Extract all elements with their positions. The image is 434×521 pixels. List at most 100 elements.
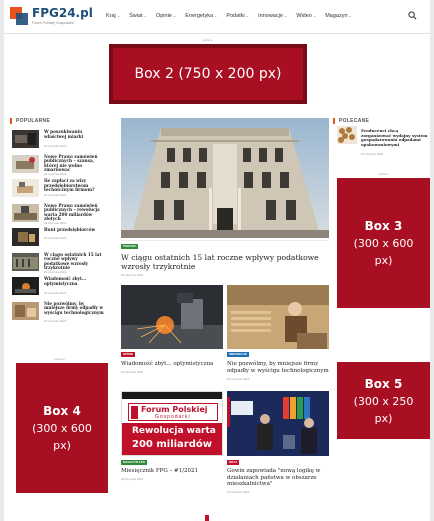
chevron-down-icon: ⌄ [172, 13, 177, 18]
card-title[interactable]: Miesięcznik FPG – #1/2021 [121, 468, 224, 475]
list-item-title[interactable]: Nie pozwólmy, by mniejsze firmy odpadły … [44, 301, 104, 316]
card-image[interactable] [227, 285, 329, 349]
page: FPG24.pl Forum Polskiej Gospodarki Kraj⌄… [4, 0, 430, 521]
nav-item-innowacje[interactable]: Innowacje⌄ [258, 13, 287, 19]
list-item-date: 22 stycznia 2021 [44, 236, 67, 240]
magazine-cover[interactable]: Forum Polskiej Gospodarki Rewolucja wart… [121, 391, 223, 456]
category-badge[interactable]: INNOWACJE [227, 352, 250, 357]
list-item-title[interactable]: Nowe Prawo zamówień publicznych – szansa… [44, 154, 104, 173]
cover-brand: Forum Polskiej [141, 405, 208, 414]
search-icon[interactable] [408, 11, 417, 20]
nav-item-wideo[interactable]: Wideo⌄ [296, 13, 316, 19]
logo-text: FPG24.pl [32, 6, 93, 20]
ad-label: reklama [378, 172, 389, 176]
card-title[interactable]: Gowin zapowiada "nową logikę w działania… [227, 468, 330, 488]
cover-headline-1: Rewolucja warta [132, 426, 216, 436]
scroll-indicator [205, 515, 209, 521]
list-item-date: 22 stycznia 2021 [44, 144, 67, 148]
ad-box-4-size: (300 x 600 px) [32, 422, 92, 452]
chevron-down-icon: ⌄ [116, 13, 121, 18]
ad-box-3-size: (300 x 600 px) [353, 237, 414, 267]
list-item-title[interactable]: Ile zapłaci za wizy przedsiębiorstwom te… [44, 178, 104, 193]
nav-item-swiat[interactable]: Świat⌄ [129, 13, 147, 19]
chevron-down-icon: ⌄ [348, 13, 352, 18]
hero-image[interactable] [121, 118, 329, 238]
category-badge[interactable]: MAGAZYN FPG [121, 460, 148, 465]
card-title[interactable]: Wiadomość zbyt... optymistyczna [121, 361, 224, 368]
list-item-date: 22 stycznia 2021 [44, 220, 67, 225]
cover-brand-sub: Gospodarki [155, 414, 191, 420]
article-thumbnail [12, 203, 39, 222]
popular-list: W poszukiwaniu właściwej miarki 22 stycz… [12, 129, 104, 326]
card-image[interactable] [227, 391, 329, 456]
list-item-title[interactable]: W ciągu ostatnich 15 lat roczne wpływy p… [44, 252, 104, 271]
list-item[interactable]: Producenci chcą zorganizować wydajny sys… [337, 126, 430, 156]
category-badge[interactable]: OPINIE [121, 352, 136, 357]
list-item[interactable]: W ciągu ostatnich 15 lat roczne wpływy p… [12, 252, 104, 275]
ad-label: reklama [54, 357, 65, 361]
logo-tagline: Forum Polskiej Gospodarki [32, 21, 75, 25]
list-item[interactable]: Wiadomość zbyt... optymistyczna 22 stycz… [12, 276, 104, 299]
main-nav: Kraj⌄ Świat⌄ Opinie⌄ Energetyka⌄ Podatki… [106, 13, 352, 19]
nav-item-opinie[interactable]: Opinie⌄ [156, 13, 176, 19]
article-thumbnail [12, 130, 39, 148]
cover-logo-mark [131, 406, 138, 419]
ad-box-3-title: Box 3 [364, 219, 403, 233]
chevron-down-icon: ⌄ [312, 13, 317, 18]
chevron-down-icon: ⌄ [245, 13, 250, 18]
chevron-down-icon: ⌄ [214, 13, 218, 18]
article-thumbnail [12, 301, 39, 320]
category-badge[interactable]: KRAJ [227, 460, 240, 465]
hero-date: 22 stycznia 2021 [121, 273, 144, 277]
nav-item-podatki[interactable]: Podatki⌄ [226, 13, 249, 19]
article-thumbnail [12, 277, 39, 295]
card-title[interactable]: Nie pozwólmy, by mniejsze firmy odpadły … [227, 361, 330, 374]
nav-item-energetyka[interactable]: Energetyka⌄ [185, 13, 217, 19]
nav-item-magazyn[interactable]: Magazyn⌄ [325, 13, 352, 19]
list-item-title[interactable]: W poszukiwaniu właściwej miarki [44, 129, 104, 139]
chevron-down-icon: ⌄ [143, 13, 147, 18]
ad-box-5-size: (300 x 250 px) [353, 394, 414, 425]
ad-box-3[interactable]: Box 3 (300 x 600 px) [337, 178, 430, 308]
logo-mark-icon [10, 7, 30, 25]
category-badge[interactable]: PODATKI [121, 244, 139, 249]
section-label-recommended: POLECANE [333, 118, 369, 124]
list-item-title[interactable]: Producenci chcą zorganizować wydajny sys… [361, 128, 428, 147]
card-date: 22 stycznia 2021 [227, 377, 250, 381]
ad-box-4[interactable]: Box 4 (300 x 600 px) [16, 363, 108, 493]
section-label-popular: POPULARNE [10, 118, 50, 124]
ad-box-2[interactable]: Box 2 (750 x 200 px) [109, 44, 307, 104]
ad-box-5[interactable]: Box 5 (300 x 250 px) [337, 362, 430, 439]
list-item[interactable]: Ile zapłaci za wizy przedsiębiorstwom te… [12, 178, 104, 201]
list-item-title[interactable]: Nowe Prawo zamówień publicznych – rewolu… [44, 203, 104, 222]
list-item-date: 22 stycznia 2021 [44, 291, 67, 295]
divider [121, 240, 329, 241]
chevron-down-icon: ⌄ [283, 13, 288, 18]
article-thumbnail [12, 154, 39, 173]
list-item[interactable]: Nie pozwólmy, by mniejsze firmy odpadły … [12, 301, 104, 324]
ad-box-4-title: Box 4 [43, 404, 81, 418]
list-item[interactable]: Nowe Prawo zamówień publicznych – szansa… [12, 154, 104, 177]
list-item[interactable]: Nowe Prawo zamówień publicznych – rewolu… [12, 203, 104, 226]
article-thumbnail [12, 252, 39, 271]
list-item-date: 22 stycznia 2021 [44, 269, 67, 274]
card-image[interactable] [121, 285, 223, 349]
list-item-date: 22 stycznia 2021 [44, 171, 67, 176]
nav-item-kraj[interactable]: Kraj⌄ [106, 13, 120, 19]
card-date: 22 stycznia 2021 [121, 370, 144, 374]
list-item-date: 22 stycznia 2021 [361, 152, 384, 156]
site-logo[interactable]: FPG24.pl Forum Polskiej Gospodarki [10, 6, 93, 30]
hero-title[interactable]: W ciągu ostatnich 15 lat roczne wpływy p… [121, 253, 327, 271]
list-item-title[interactable]: Bunt przedsiębiorców [44, 227, 104, 233]
ad-label: reklama [202, 38, 213, 42]
list-item-date: 22 stycznia 2021 [44, 193, 67, 197]
article-thumbnail [12, 228, 39, 246]
card-date: 22 stycznia 2021 [227, 490, 250, 494]
list-item[interactable]: W poszukiwaniu właściwej miarki 22 stycz… [12, 129, 104, 152]
ad-box-2-label: Box 2 (750 x 200 px) [134, 66, 282, 82]
cover-headline-2: 200 miliardów [132, 439, 213, 450]
list-item-date: 22 stycznia 2021 [44, 318, 67, 323]
list-item-title[interactable]: Wiadomość zbyt... optymistyczna [44, 276, 104, 286]
article-thumbnail [12, 179, 39, 197]
list-item[interactable]: Bunt przedsiębiorców 22 stycznia 2021 [12, 227, 104, 250]
